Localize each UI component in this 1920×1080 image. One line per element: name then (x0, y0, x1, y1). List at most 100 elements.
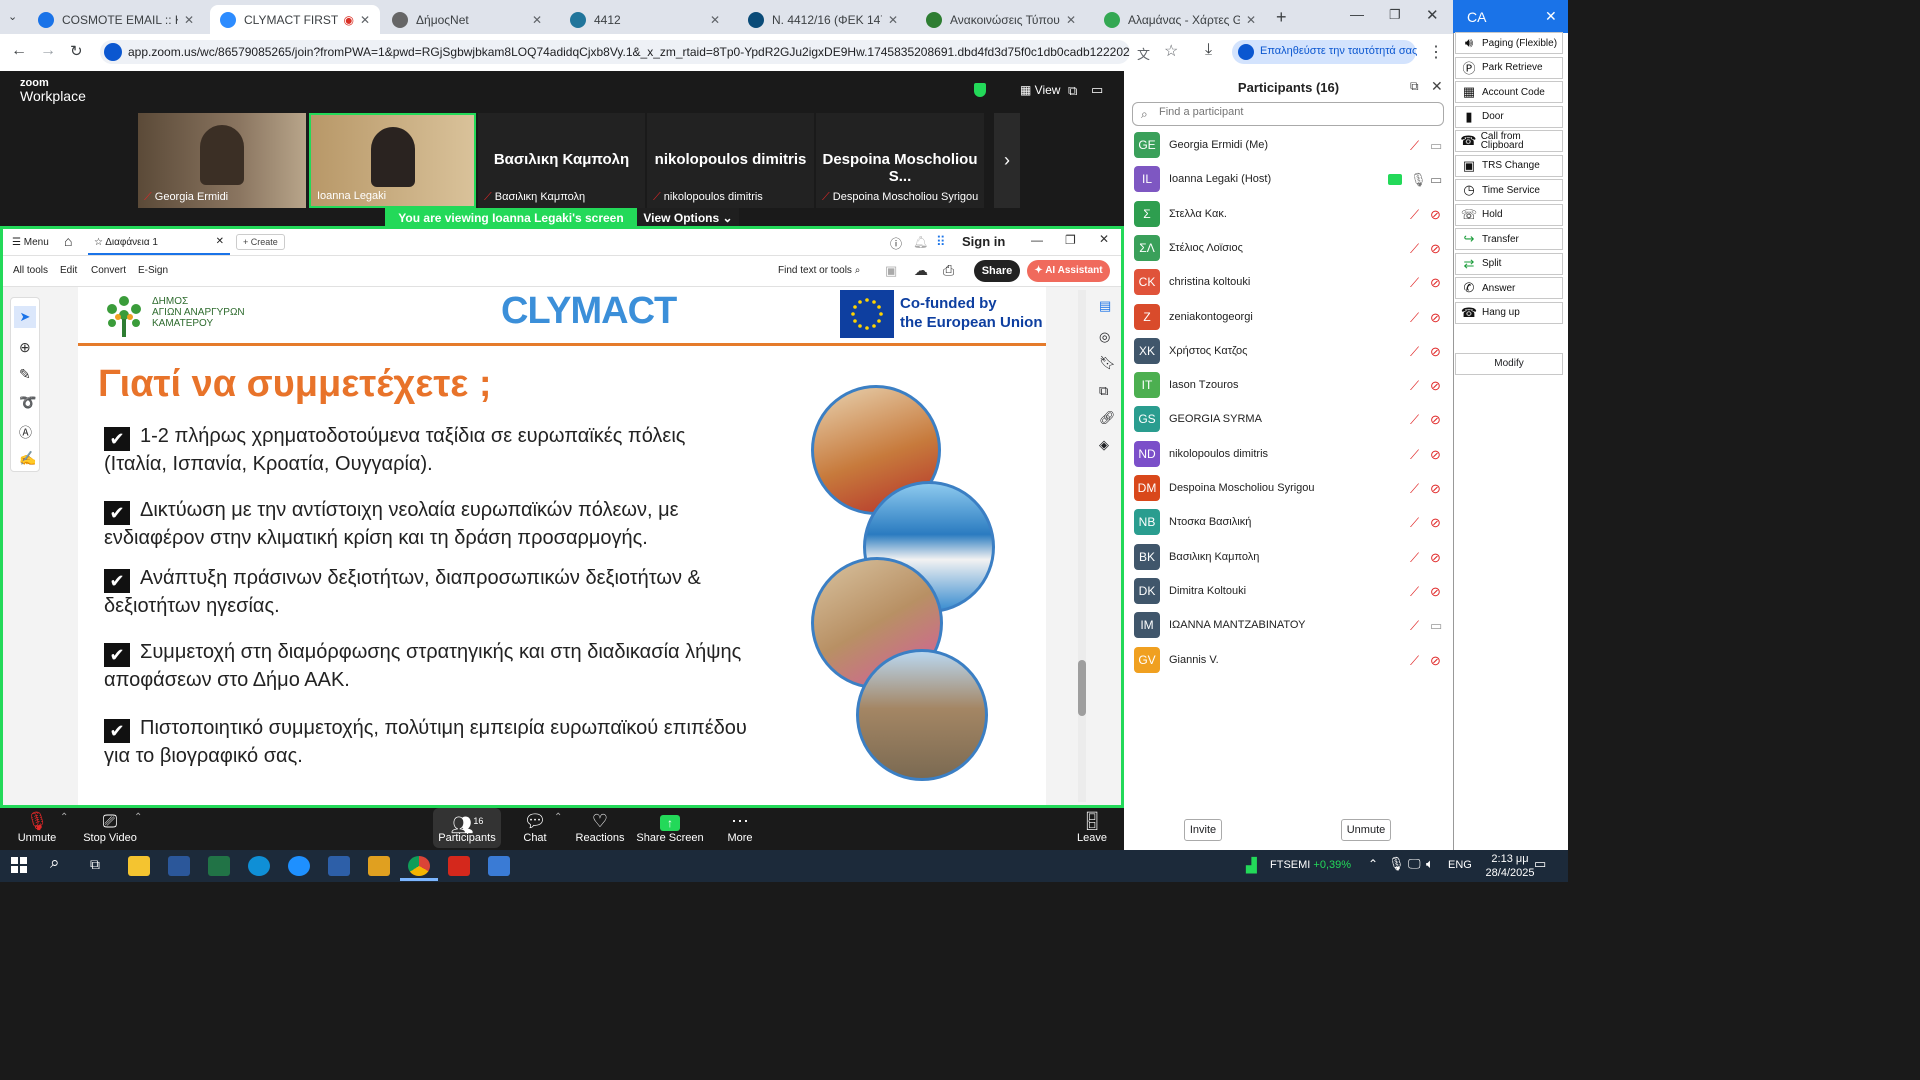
acrobat-icon[interactable] (448, 856, 470, 876)
star-icon[interactable]: ☆ (94, 237, 105, 248)
taskbar-search-icon[interactable]: ⌕ (50, 853, 60, 873)
browser-tab[interactable]: ΔήμοςNet ✕ (382, 5, 552, 34)
sign-in-link[interactable]: Sign in (962, 234, 1005, 249)
video-icon[interactable]: ▭ (1430, 618, 1442, 634)
participant-video-tile[interactable]: Ioanna Legaki (309, 113, 476, 208)
word-icon[interactable] (168, 856, 190, 876)
text-select-icon[interactable]: Ⓐ (19, 422, 32, 441)
video-off-icon[interactable]: ⊘ (1430, 207, 1441, 223)
participant-row[interactable]: GS GEORGIA SYRMA ⟋ ⊘ (1134, 406, 1444, 436)
close-tab-icon[interactable]: ✕ (184, 13, 194, 27)
participant-row[interactable]: DK Dimitra Koltouki ⟋ ⊘ (1134, 577, 1444, 608)
mic-muted-icon[interactable]: ⟋ (1410, 481, 1419, 497)
select-cursor-icon[interactable]: ➤ (14, 306, 36, 328)
chrome-icon[interactable] (408, 856, 430, 876)
acrobat-menu-item[interactable]: Convert (91, 265, 126, 276)
ca-door-button[interactable]: ▮ Door (1455, 105, 1563, 128)
app-globe-icon[interactable] (288, 856, 310, 876)
mic-muted-icon[interactable]: ⟋ (1410, 241, 1419, 257)
close-tab-icon[interactable]: ✕ (888, 13, 898, 27)
window-layout-icon[interactable]: ⧉ (1068, 83, 1077, 99)
save-icon[interactable]: ▣ (885, 263, 897, 279)
home-icon[interactable]: ⌂ (64, 233, 72, 249)
draw-lasso-icon[interactable]: ➰ (19, 394, 36, 411)
ca-answer-button[interactable]: ✆ Answer (1455, 277, 1563, 299)
minimize-window-button[interactable]: — (1350, 6, 1364, 22)
participant-row[interactable]: NB Ντοσκα Βασιλική ⟋ ⊘ (1134, 509, 1444, 539)
chat-options-caret[interactable]: ⌃ (554, 812, 562, 823)
language-indicator[interactable]: ENG (1448, 859, 1472, 871)
close-tab-icon[interactable]: ✕ (710, 13, 720, 27)
acrobat-minimize-button[interactable]: — (1031, 233, 1043, 247)
ai-assistant-button[interactable]: ✦ AI Assistant (1027, 260, 1110, 282)
participant-video-tile[interactable]: Βασιλικη Καμπολη ⟋ Βασιλικη Καμπολη (478, 113, 645, 208)
video-off-icon[interactable]: ⊘ (1430, 481, 1441, 497)
file-explorer-icon[interactable] (128, 856, 150, 876)
unmute-all-button[interactable]: Unmute (1341, 819, 1391, 841)
find-tools-field[interactable]: Find text or tools ⌕ (778, 265, 860, 276)
edge-icon[interactable] (248, 856, 270, 876)
mic-muted-icon[interactable]: ⟋ (1410, 447, 1419, 463)
participant-row[interactable]: GE Georgia Ermidi (Me) ⟋ ▭ (1134, 132, 1444, 162)
share-button[interactable]: Share (974, 260, 1020, 282)
ca-hang-up-button[interactable]: ☎ Hang up (1455, 301, 1563, 324)
reload-icon[interactable]: ↻ (70, 42, 83, 60)
video-off-icon[interactable]: ⊘ (1430, 344, 1441, 360)
pages-icon[interactable]: ⧉ (1099, 383, 1108, 399)
volume-icon[interactable]: 🔈︎ (1426, 856, 1434, 872)
ca-park-retrieve-button[interactable]: Ⓟ Park Retrieve (1455, 56, 1563, 79)
mic-muted-icon[interactable]: ⟋ (1410, 344, 1419, 360)
comment-panel-icon[interactable]: ▤ (1099, 298, 1111, 314)
participant-row[interactable]: Σ Στελλα Κακ. ⟋ ⊘ (1134, 200, 1444, 231)
encryption-shield-icon[interactable] (974, 83, 986, 97)
participants-button[interactable]: 👥︎16 Participants (432, 810, 502, 844)
ca-hold-button[interactable]: ☏ Hold (1455, 203, 1563, 226)
next-thumbnails-button[interactable]: › (994, 113, 1020, 208)
ca-split-button[interactable]: ⇄ Split (1455, 252, 1563, 275)
browser-tab[interactable]: CLYMACT FIRST MEETI ◉ ✕ (210, 5, 380, 34)
acrobat-menu-item[interactable]: All tools (13, 265, 48, 276)
leave-button[interactable]: 🚪︎ Leave (1057, 810, 1127, 844)
mic-muted-icon[interactable]: ⟋ (1410, 310, 1419, 326)
ca-close-icon[interactable]: ✕ (1545, 8, 1557, 25)
mic-muted-icon[interactable]: ⟋ (1410, 653, 1419, 669)
print-icon[interactable]: ⎙ (943, 262, 954, 279)
ca-time-service-button[interactable]: ◷ Time Service (1455, 179, 1563, 201)
acrobat-menu-item[interactable]: E-Sign (138, 265, 168, 276)
mic-muted-icon[interactable]: ⟋ (1410, 550, 1419, 566)
verify-identity-chip[interactable]: Επαληθεύστε την ταυτότητά σας (1232, 40, 1417, 64)
ca-app-icon[interactable] (368, 856, 390, 876)
close-panel-icon[interactable]: ✕ (1431, 78, 1443, 95)
translate-icon[interactable]: 文 (1137, 44, 1150, 63)
attachments-icon[interactable]: 🔗︎ (1099, 410, 1116, 426)
close-tab-icon[interactable]: ✕ (216, 236, 224, 247)
back-icon[interactable]: ← (11, 42, 27, 60)
highlight-pen-icon[interactable]: ✎ (19, 366, 31, 383)
participant-row[interactable]: Zzeniakontogeorgi ⟋ ⊘ (1134, 303, 1444, 334)
video-off-icon[interactable]: ⊘ (1430, 412, 1441, 428)
tray-mic-icon[interactable]: 🎙︎ (1388, 856, 1405, 872)
mic-muted-icon[interactable]: ⟋ (1410, 378, 1419, 394)
video-off-icon[interactable]: ⊘ (1430, 241, 1441, 257)
participant-row[interactable]: BK Βασιλικη Καμπολη ⟋ ⊘ (1134, 543, 1444, 574)
participant-row[interactable]: CK christina koltouki ⟋ ⊘ (1134, 269, 1444, 299)
ca-trs-change-button[interactable]: ▣ TRS Change (1455, 154, 1563, 177)
invite-button[interactable]: Invite (1184, 819, 1222, 841)
mic-muted-icon[interactable]: ⟋ (1410, 584, 1419, 600)
apps-grid-icon[interactable]: ⠿ (936, 234, 946, 250)
browser-tab[interactable]: Αλαμάνας - Χάρτες Google ✕ (1094, 5, 1266, 34)
fullscreen-icon[interactable]: ▭ (1091, 82, 1103, 98)
browser-tab[interactable]: 4412 ✕ (560, 5, 730, 34)
video-options-caret[interactable]: ⌃ (134, 812, 142, 823)
browser-tab[interactable]: Ν. 4412/16 (ΦΕΚ 147/08.08 ✕ (738, 5, 908, 34)
share-screen-button[interactable]: ↑ Share Screen (635, 810, 705, 844)
participant-search[interactable]: ⌕ (1132, 102, 1444, 126)
participant-row[interactable]: ND nikolopoulos dimitris ⟋ ⊘ (1134, 440, 1444, 471)
task-view-icon[interactable]: ⧉ (90, 856, 100, 873)
mic-muted-icon[interactable]: ⟋ (1410, 618, 1419, 634)
participant-video-tile[interactable]: ⟋ Georgia Ermidi (138, 113, 306, 208)
mic-on-icon[interactable]: 🎙︎ (1410, 172, 1427, 188)
bookmark-star-icon[interactable]: ☆ (1164, 41, 1178, 61)
participant-video-tile[interactable]: nikolopoulos dimitris ⟋ nikolopoulos dimi… (647, 113, 814, 208)
network-icon[interactable]: 🖵︎ (1408, 856, 1421, 872)
